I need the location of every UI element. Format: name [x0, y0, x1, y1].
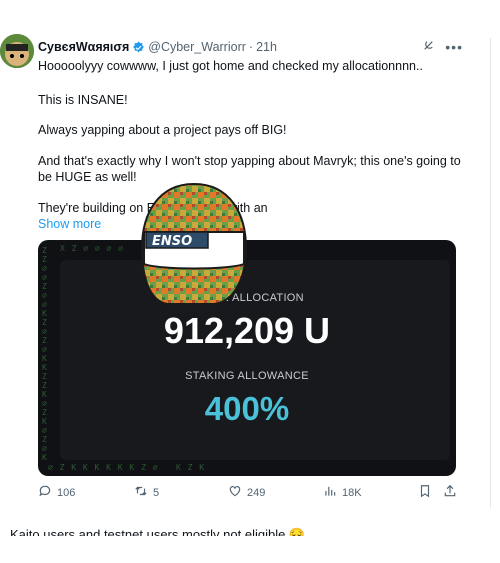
token-allocation-value: 912,209 U — [163, 310, 331, 351]
timestamp[interactable]: 21h — [256, 40, 277, 54]
retweet-count: 5 — [153, 486, 160, 499]
glyph-decoration: Z Z ∅ ∅ Z ∅ ∅ K Z ∅ Z ∅ K K Z Z K ∅ Z K ∅ Z ∅ K — [42, 246, 47, 462]
glyph-decoration: ∅ Z K K K K K K Z ∅ K Z K — [48, 463, 206, 472]
verified-icon — [132, 41, 145, 54]
tweet-paragraph: Always yapping about a project pays off … — [38, 123, 287, 137]
header-actions: ••• — [422, 39, 463, 55]
bookmark-button[interactable] — [418, 484, 432, 501]
more-icon[interactable]: ••• — [445, 40, 463, 54]
bookmark-icon — [418, 484, 432, 501]
tweet-actions: 106 5 249 18K — [38, 484, 463, 502]
reply-count: 106 — [57, 486, 76, 499]
tweet-paragraph: This is INSANE! — [38, 93, 128, 107]
tweet-paragraph: And that's exactly why I won't stop yapp… — [38, 154, 461, 184]
tweet-header: CувєяWαяяισя @Cyber_Warriorr · 21h ••• — [38, 38, 463, 56]
share-icon — [443, 484, 457, 501]
share-button[interactable] — [443, 484, 457, 501]
tweet-paragraph: Hooooolyyy cowwww, I just got home and c… — [38, 59, 423, 73]
helmet-label: ENSO — [152, 234, 192, 249]
like-button[interactable]: 249 — [228, 484, 265, 501]
right-rail — [490, 38, 500, 508]
retweet-button[interactable]: 5 — [134, 484, 159, 501]
like-icon — [228, 484, 242, 501]
staking-allowance-label: STAKING ALLOWANCE — [185, 370, 309, 382]
allocation-panel — [60, 260, 450, 460]
reply-button[interactable]: 106 — [38, 484, 75, 501]
grok-icon[interactable] — [422, 39, 435, 55]
separator: · — [248, 40, 254, 54]
views-button[interactable]: 18K — [323, 484, 362, 501]
helmet-sticker: ENSO — [138, 180, 250, 308]
next-tweet-preview[interactable]: Kaito users and testnet users mostly not… — [10, 522, 480, 536]
views-icon — [323, 484, 337, 501]
staking-allowance-value: 400% — [204, 390, 290, 427]
avatar[interactable] — [0, 34, 34, 68]
glyph-decoration: X Z ∅ ∅ ∅ ∅ — [60, 244, 124, 253]
like-count: 249 — [247, 486, 266, 499]
show-more-link[interactable]: Show more — [38, 216, 101, 232]
handle[interactable]: @Cyber_Warriorr — [148, 40, 246, 54]
views-count: 18K — [342, 486, 362, 499]
display-name[interactable]: CувєяWαяяισя — [38, 40, 129, 54]
retweet-icon — [134, 484, 148, 501]
reply-icon — [38, 484, 52, 501]
next-tweet-text: Kaito users and testnet users mostly not… — [10, 527, 306, 536]
